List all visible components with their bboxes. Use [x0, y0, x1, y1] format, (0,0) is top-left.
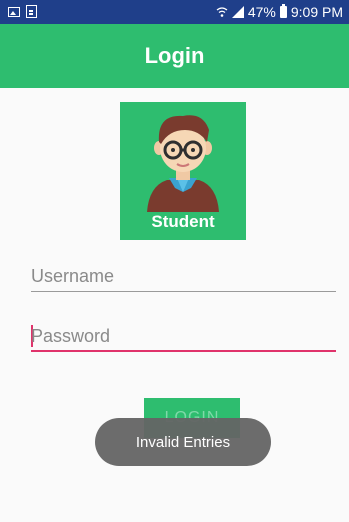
image-icon: [8, 7, 20, 17]
avatar-caption: Student: [151, 212, 215, 231]
clock: 9:09 PM: [290, 4, 343, 20]
status-left-icons: [8, 5, 37, 19]
battery-icon: [279, 4, 287, 18]
username-underline: [31, 290, 336, 292]
wifi-icon: [216, 7, 228, 17]
student-avatar-card: Student: [120, 102, 246, 240]
password-placeholder: Password: [31, 326, 111, 346]
status-bar: 47% 9:09 PM: [0, 0, 349, 24]
password-field[interactable]: Password: [31, 322, 336, 352]
username-placeholder: Username: [31, 266, 115, 286]
username-field[interactable]: Username: [31, 262, 336, 292]
student-avatar-icon: [147, 115, 219, 212]
toast-message: Invalid Entries: [95, 418, 271, 466]
status-right: 47% 9:09 PM: [216, 4, 343, 20]
password-underline: [31, 350, 336, 352]
page-title: Login: [144, 43, 205, 68]
signal-icon: [231, 6, 244, 18]
app-bar: Login: [0, 24, 349, 88]
battery-percent: 47%: [247, 4, 276, 20]
document-icon: [26, 5, 37, 18]
